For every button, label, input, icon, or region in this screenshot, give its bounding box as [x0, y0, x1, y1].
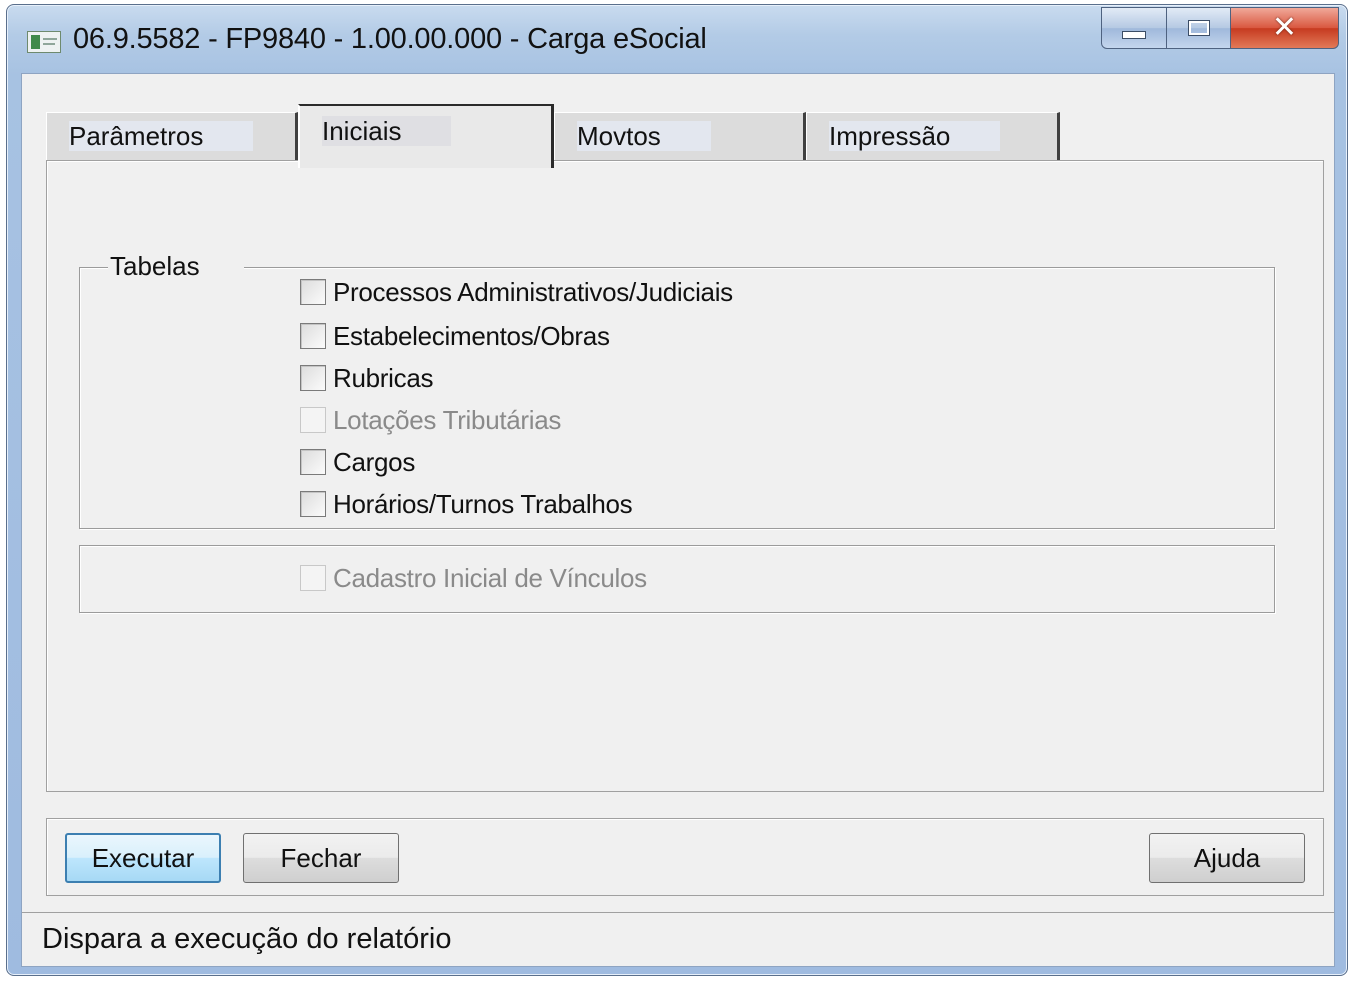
- close-icon: ✕: [1271, 11, 1298, 44]
- tab-impressao[interactable]: Impressão: [806, 112, 1060, 162]
- checkbox-processos[interactable]: Processos Administrativos/Judiciais: [300, 276, 733, 308]
- checkbox-label: Cadastro Inicial de Vínculos: [333, 562, 647, 593]
- checkbox-label: Cargos: [333, 446, 416, 477]
- checkbox-label: Estabelecimentos/Obras: [333, 320, 610, 351]
- tab-label: Impressão: [829, 121, 1001, 151]
- checkbox-label: Horários/Turnos Trabalhos: [333, 488, 633, 519]
- tab-panel-iniciais: Tabelas Processos Administrativos/Judici…: [46, 160, 1324, 792]
- checkbox-rubricas[interactable]: Rubricas: [300, 362, 434, 394]
- close-dialog-button[interactable]: Fechar: [243, 833, 399, 883]
- tab-label: Parâmetros: [69, 121, 254, 151]
- checkbox-box[interactable]: [300, 323, 326, 349]
- button-bar: Executar Fechar Ajuda: [46, 818, 1324, 896]
- execute-button[interactable]: Executar: [65, 833, 221, 883]
- window: 06.9.5582 - FP9840 - 1.00.00.000 - Carga…: [6, 4, 1348, 976]
- window-title: 06.9.5582 - FP9840 - 1.00.00.000 - Carga…: [73, 23, 707, 55]
- tab-label: Movtos: [577, 121, 711, 151]
- checkbox-box[interactable]: [300, 449, 326, 475]
- checkbox-horarios[interactable]: Horários/Turnos Trabalhos: [300, 488, 633, 520]
- tab-label: Iniciais: [322, 116, 452, 146]
- checkbox-box: [300, 407, 326, 433]
- checkbox-label: Processos Administrativos/Judiciais: [333, 276, 733, 307]
- minimize-icon: [1122, 31, 1146, 39]
- vinculos-groupbox: Cadastro Inicial de Vínculos: [79, 545, 1275, 613]
- client-area: Parâmetros Movtos Impressão Tabelas Proc…: [21, 73, 1335, 967]
- tab-movtos[interactable]: Movtos: [554, 112, 806, 162]
- checkbox-box[interactable]: [300, 279, 326, 305]
- caption-buttons: ✕: [1101, 7, 1339, 49]
- checkbox-label: Lotações Tributárias: [333, 404, 562, 435]
- checkbox-cargos[interactable]: Cargos: [300, 446, 415, 478]
- minimize-button[interactable]: [1101, 7, 1167, 49]
- checkbox-cadastro-vinculos: Cadastro Inicial de Vínculos: [300, 562, 647, 594]
- checkbox-label: Rubricas: [333, 362, 434, 393]
- maximize-button[interactable]: [1167, 7, 1231, 49]
- title-bar[interactable]: 06.9.5582 - FP9840 - 1.00.00.000 - Carga…: [7, 5, 1347, 73]
- checkbox-box[interactable]: [300, 365, 326, 391]
- checkbox-lotacoes: Lotações Tributárias: [300, 404, 561, 436]
- status-bar: Dispara a execução do relatório: [22, 912, 1334, 966]
- checkbox-box[interactable]: [300, 491, 326, 517]
- tab-iniciais[interactable]: Iniciais: [298, 104, 554, 168]
- tabelas-groupbox: Tabelas Processos Administrativos/Judici…: [79, 251, 1275, 529]
- checkbox-estabelecimentos[interactable]: Estabelecimentos/Obras: [300, 320, 610, 352]
- help-button[interactable]: Ajuda: [1149, 833, 1305, 883]
- close-button[interactable]: ✕: [1231, 7, 1339, 49]
- status-text: Dispara a execução do relatório: [42, 923, 452, 955]
- checkbox-box: [300, 565, 326, 591]
- groupbox-title: Tabelas: [108, 251, 244, 282]
- tab-parametros[interactable]: Parâmetros: [46, 112, 298, 162]
- maximize-icon: [1187, 20, 1210, 36]
- app-icon[interactable]: [27, 31, 61, 53]
